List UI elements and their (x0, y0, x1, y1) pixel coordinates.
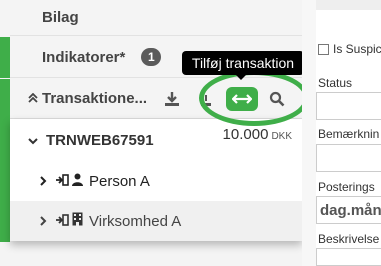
tree-item-label: Virksomhed A (89, 212, 182, 230)
search-icon[interactable] (266, 88, 288, 110)
beskrivelse-field[interactable] (316, 248, 381, 266)
section-transaktioner[interactable]: Transaktione... (10, 79, 302, 119)
add-transaction-button[interactable] (226, 87, 258, 111)
sign-in-icon (55, 173, 69, 190)
section-bilag-label: Bilag (42, 9, 79, 26)
chevron-double-up-icon[interactable] (28, 92, 38, 106)
suspicious-checkbox[interactable]: Is Suspic (318, 42, 381, 56)
posterings-value: dag.mån (320, 202, 381, 219)
checkbox-box[interactable] (318, 43, 329, 55)
status-label: Status (318, 76, 353, 90)
chevron-right-icon[interactable] (40, 173, 47, 189)
suspicious-label: Is Suspic (333, 42, 381, 56)
download-icon[interactable] (162, 88, 182, 110)
sign-in-icon (55, 213, 69, 230)
status-field[interactable] (316, 92, 381, 120)
bemaerkning-field[interactable] (316, 144, 381, 172)
section-indikatorer-label: Indikatorer* (42, 48, 126, 66)
transaction-amount: 10.000 DKK (223, 126, 292, 143)
chevron-right-icon[interactable] (40, 213, 47, 229)
details-panel: Is Suspic Status Bemærknin Posterings da… (302, 0, 381, 266)
section-indicator-bar (0, 37, 10, 78)
accordion-panel: Bilag Indikatorer* 1 Transaktione... TRN… (0, 0, 302, 266)
arrows-horizontal-icon (232, 94, 252, 104)
details-topbar (316, 0, 381, 10)
download-icon[interactable] (200, 88, 212, 110)
bemaerkning-label: Bemærknin (318, 127, 380, 141)
tree-item-label: Person A (89, 172, 150, 190)
transaction-row[interactable]: TRNWEB67591 10.000 DKK (10, 119, 302, 161)
transaction-currency: DKK (271, 131, 292, 142)
section-bilag[interactable]: Bilag (10, 0, 302, 36)
tree-item-person[interactable]: Person A (10, 161, 302, 201)
beskrivelse-label: Beskrivelse (318, 232, 380, 246)
section-indicator-bar (0, 79, 10, 242)
count-badge: 1 (141, 48, 162, 66)
person-icon (72, 173, 83, 190)
building-icon (72, 212, 83, 230)
transaction-id: TRNWEB67591 (46, 131, 154, 149)
tooltip: Tilføj transaktion (182, 51, 304, 80)
posterings-label: Posterings (318, 180, 375, 194)
transaction-tree: TRNWEB67591 10.000 DKK Person A Virksomh… (10, 119, 302, 241)
section-transaktioner-label: Transaktione... (42, 90, 148, 107)
tree-item-company[interactable]: Virksomhed A (10, 201, 302, 241)
chevron-down-icon[interactable] (28, 132, 38, 148)
transaction-amount-value: 10.000 (222, 126, 269, 143)
